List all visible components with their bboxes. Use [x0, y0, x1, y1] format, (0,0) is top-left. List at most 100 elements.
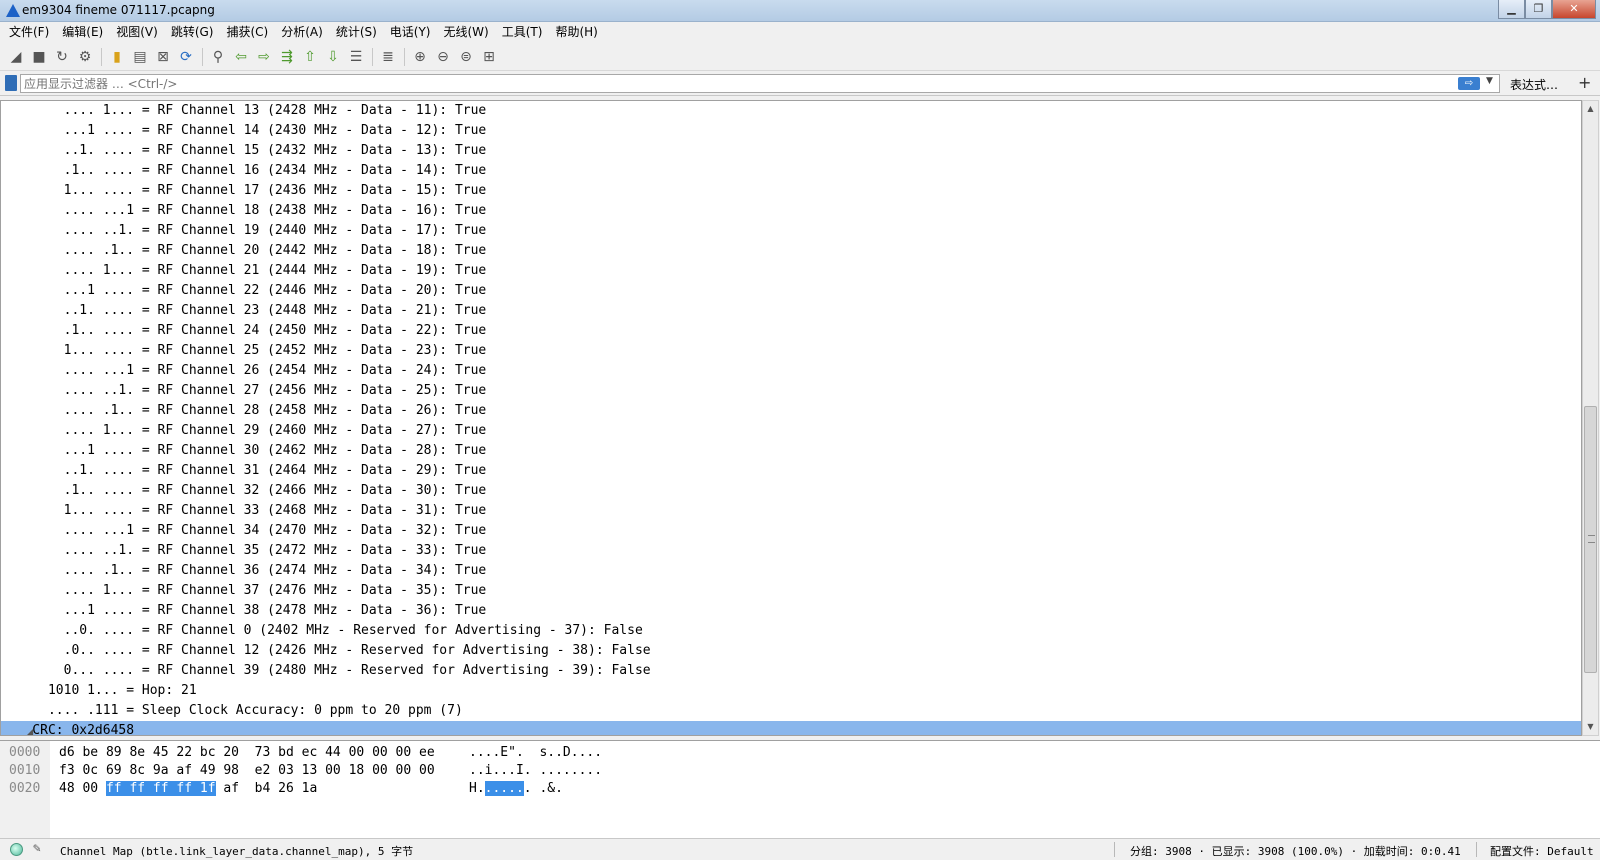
display-filter-input[interactable] [20, 74, 1500, 93]
close-button[interactable]: ✕ [1552, 0, 1596, 19]
detail-line[interactable]: .... 1... = RF Channel 21 (2444 MHz - Da… [1, 261, 1581, 281]
maximize-button[interactable]: ❐ [1525, 0, 1552, 19]
detail-line[interactable]: .... ..1. = RF Channel 27 (2456 MHz - Da… [1, 381, 1581, 401]
hex-bytes[interactable]: d6 be 89 8e 45 22 bc 20 73 bd ec 44 00 0… [59, 744, 435, 762]
detail-line[interactable]: .... 1... = RF Channel 29 (2460 MHz - Da… [1, 421, 1581, 441]
hex-bytes[interactable]: 48 00 ff ff ff ff 1f af b4 26 1a [59, 780, 317, 798]
menu-analyze[interactable]: 分析(A) [276, 22, 331, 43]
go-last-packet-icon[interactable]: ⇩ [322, 46, 344, 68]
stop-capture-icon[interactable]: ■ [28, 46, 50, 68]
detail-line[interactable]: .1.. .... = RF Channel 32 (2466 MHz - Da… [1, 481, 1581, 501]
open-file-icon[interactable]: ▮ [106, 46, 128, 68]
ascii-bytes[interactable]: H....... .&. [469, 780, 563, 798]
ascii-highlight: ..... [484, 781, 524, 796]
hex-text: d6 be 89 8e 45 22 bc 20 73 bd ec 44 00 0… [59, 745, 435, 760]
menu-help[interactable]: 帮助(H) [550, 22, 605, 43]
go-to-packet-icon[interactable]: ⇶ [276, 46, 298, 68]
detail-line[interactable]: .... .1.. = RF Channel 28 (2458 MHz - Da… [1, 401, 1581, 421]
detail-line[interactable]: 1... .... = RF Channel 17 (2436 MHz - Da… [1, 181, 1581, 201]
scroll-down-icon[interactable]: ▼ [1583, 719, 1598, 735]
zoom-in-icon[interactable]: ⊕ [409, 46, 431, 68]
detail-line[interactable]: 1... .... = RF Channel 25 (2452 MHz - Da… [1, 341, 1581, 361]
detail-line[interactable]: .... .1.. = RF Channel 36 (2474 MHz - Da… [1, 561, 1581, 581]
toolbar-separator [202, 47, 203, 66]
normal-size-icon[interactable]: ⊜ [455, 46, 477, 68]
menu-capture[interactable]: 捕获(C) [221, 22, 276, 43]
hex-text: af b4 26 1a [215, 781, 318, 796]
add-filter-button[interactable]: + [1578, 73, 1591, 92]
menu-view[interactable]: 视图(V) [111, 22, 166, 43]
ascii-bytes[interactable]: ....E". s..D.... [469, 744, 602, 762]
details-scrollbar[interactable]: ▲ ▼ [1582, 100, 1599, 736]
menu-telephony[interactable]: 电话(Y) [385, 22, 439, 43]
menu-statistics[interactable]: 统计(S) [331, 22, 385, 43]
toolbar-separator [101, 47, 102, 66]
detail-line[interactable]: .... .111 = Sleep Clock Accuracy: 0 ppm … [1, 701, 1581, 721]
detail-line[interactable]: .... ..1. = RF Channel 35 (2472 MHz - Da… [1, 541, 1581, 561]
minimize-button[interactable]: ▁ [1498, 0, 1525, 19]
detail-line[interactable]: 1... .... = RF Channel 33 (2468 MHz - Da… [1, 501, 1581, 521]
detail-line[interactable]: .1.. .... = RF Channel 24 (2450 MHz - Da… [1, 321, 1581, 341]
menu-edit[interactable]: 编辑(E) [57, 22, 111, 43]
ascii-text: ..i...I. ........ [469, 763, 603, 778]
detail-line[interactable]: ..1. .... = RF Channel 23 (2448 MHz - Da… [1, 301, 1581, 321]
ascii-text: . .&. [523, 781, 563, 796]
menu-go[interactable]: 跳转(G) [166, 22, 222, 43]
packet-bytes-pane[interactable]: 0000 d6 be 89 8e 45 22 bc 20 73 bd ec 44 … [0, 740, 1600, 839]
menu-tools[interactable]: 工具(T) [497, 22, 551, 43]
packet-details-pane[interactable]: .... 1... = RF Channel 13 (2428 MHz - Da… [0, 100, 1582, 736]
menu-file[interactable]: 文件(F) [4, 22, 57, 43]
ascii-bytes[interactable]: ..i...I. ........ [469, 762, 602, 780]
colorize-icon[interactable]: ≣ [377, 46, 399, 68]
detail-line[interactable]: ...1 .... = RF Channel 22 (2446 MHz - Da… [1, 281, 1581, 301]
menu-wireless[interactable]: 无线(W) [439, 22, 497, 43]
close-file-icon[interactable]: ⊠ [152, 46, 174, 68]
zoom-out-icon[interactable]: ⊖ [432, 46, 454, 68]
go-forward-icon[interactable]: ⇨ [253, 46, 275, 68]
detail-line[interactable]: ..1. .... = RF Channel 31 (2464 MHz - Da… [1, 461, 1581, 481]
detail-line[interactable]: ...1 .... = RF Channel 38 (2478 MHz - Da… [1, 601, 1581, 621]
detail-line[interactable]: .... 1... = RF Channel 37 (2476 MHz - Da… [1, 581, 1581, 601]
capture-options-icon[interactable]: ⚙ [74, 46, 96, 68]
bookmark-icon[interactable] [5, 75, 17, 91]
autoscroll-icon[interactable]: ☰ [345, 46, 367, 68]
start-capture-icon[interactable]: ◢ [5, 46, 27, 68]
detail-line[interactable]: ..0. .... = RF Channel 0 (2402 MHz - Res… [1, 621, 1581, 641]
find-packet-icon[interactable]: ⚲ [207, 46, 229, 68]
detail-line[interactable]: .... ..1. = RF Channel 19 (2440 MHz - Da… [1, 221, 1581, 241]
detail-line[interactable]: .... ...1 = RF Channel 18 (2438 MHz - Da… [1, 201, 1581, 221]
hex-text: f3 0c 69 8c 9a af 49 98 e2 03 13 00 18 0… [59, 763, 435, 778]
scroll-up-icon[interactable]: ▲ [1583, 101, 1598, 117]
detail-line[interactable]: .1.. .... = RF Channel 16 (2434 MHz - Da… [1, 161, 1581, 181]
menu-bar: 文件(F) 编辑(E) 视图(V) 跳转(G) 捕获(C) 分析(A) 统计(S… [0, 22, 1600, 43]
resize-columns-icon[interactable]: ⊞ [478, 46, 500, 68]
filter-history-dropdown[interactable]: ▼ [1486, 76, 1493, 86]
expression-button[interactable]: 表达式… [1510, 76, 1558, 93]
detail-line[interactable]: ...1 .... = RF Channel 14 (2430 MHz - Da… [1, 121, 1581, 141]
apply-filter-button[interactable]: ⇨ [1458, 77, 1480, 90]
profile-label[interactable]: 配置文件: Default [1490, 843, 1594, 859]
detail-line[interactable]: .... 1... = RF Channel 13 (2428 MHz - Da… [1, 101, 1581, 121]
ascii-text: H. [469, 781, 485, 796]
scrollbar-thumb[interactable] [1584, 406, 1597, 673]
detail-line[interactable]: 1010 1... = Hop: 21 [1, 681, 1581, 701]
detail-line[interactable]: ...1 .... = RF Channel 30 (2462 MHz - Da… [1, 441, 1581, 461]
save-file-icon[interactable]: ▤ [129, 46, 151, 68]
detail-line[interactable]: .... ...1 = RF Channel 26 (2454 MHz - Da… [1, 361, 1581, 381]
detail-line[interactable]: .... ...1 = RF Channel 34 (2470 MHz - Da… [1, 521, 1581, 541]
detail-line[interactable]: 0... .... = RF Channel 39 (2480 MHz - Re… [1, 661, 1581, 681]
grip-icon [1588, 535, 1595, 543]
restart-capture-icon[interactable]: ↻ [51, 46, 73, 68]
tree-expander-icon[interactable]: ◢ [27, 727, 33, 735]
detail-line-selected[interactable]: CRC: 0x2d6458 [1, 721, 1581, 735]
status-separator [1114, 842, 1115, 857]
go-back-icon[interactable]: ⇦ [230, 46, 252, 68]
reload-file-icon[interactable]: ⟳ [175, 46, 197, 68]
detail-line[interactable]: ..1. .... = RF Channel 15 (2432 MHz - Da… [1, 141, 1581, 161]
capture-comment-icon[interactable]: ✎ [33, 841, 41, 856]
detail-line[interactable]: .0.. .... = RF Channel 12 (2426 MHz - Re… [1, 641, 1581, 661]
hex-bytes[interactable]: f3 0c 69 8c 9a af 49 98 e2 03 13 00 18 0… [59, 762, 435, 780]
go-first-packet-icon[interactable]: ⇧ [299, 46, 321, 68]
expert-info-icon[interactable] [10, 843, 23, 856]
detail-line[interactable]: .... .1.. = RF Channel 20 (2442 MHz - Da… [1, 241, 1581, 261]
